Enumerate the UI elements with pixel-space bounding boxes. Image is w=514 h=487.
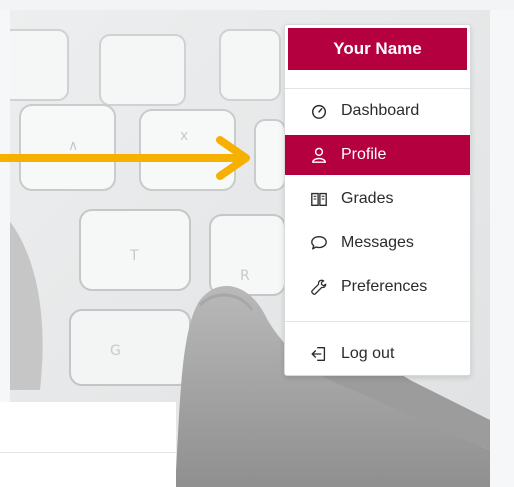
user-dropdown-menu: Your Name Dashboard Profile Grades Messa… [284, 24, 471, 376]
menu-item-label: Dashboard [341, 102, 420, 119]
svg-text:G: G [110, 343, 121, 359]
menu-item-preferences[interactable]: Preferences [285, 267, 470, 307]
menu-item-messages[interactable]: Messages [285, 223, 470, 263]
white-card [0, 402, 176, 487]
menu-item-logout[interactable]: Log out [285, 334, 470, 374]
menu-divider [285, 88, 470, 89]
menu-item-label: Messages [341, 234, 414, 251]
user-icon [309, 145, 329, 165]
menu-item-dashboard[interactable]: Dashboard [285, 91, 470, 131]
user-name-header[interactable]: Your Name [288, 28, 467, 70]
menu-item-label: Profile [341, 146, 387, 163]
logout-label: Log out [341, 345, 395, 362]
book-icon [309, 189, 329, 209]
menu-divider [285, 321, 470, 322]
menu-item-label: Grades [341, 190, 394, 207]
menu-item-label: Preferences [341, 278, 428, 295]
callout-arrow [0, 136, 250, 180]
svg-text:T: T [129, 248, 139, 264]
dashboard-icon [309, 101, 329, 121]
logout-icon [309, 344, 329, 364]
svg-text:R: R [240, 268, 250, 284]
menu-item-grades[interactable]: Grades [285, 179, 470, 219]
wrench-icon [309, 277, 329, 297]
menu-item-profile[interactable]: Profile [285, 135, 470, 175]
page-background: ∧ x T R G Your Name Dashboard Profile Gr… [0, 0, 514, 487]
top-bar [0, 0, 514, 10]
card-divider [0, 452, 176, 453]
speech-bubble-icon [309, 233, 329, 253]
